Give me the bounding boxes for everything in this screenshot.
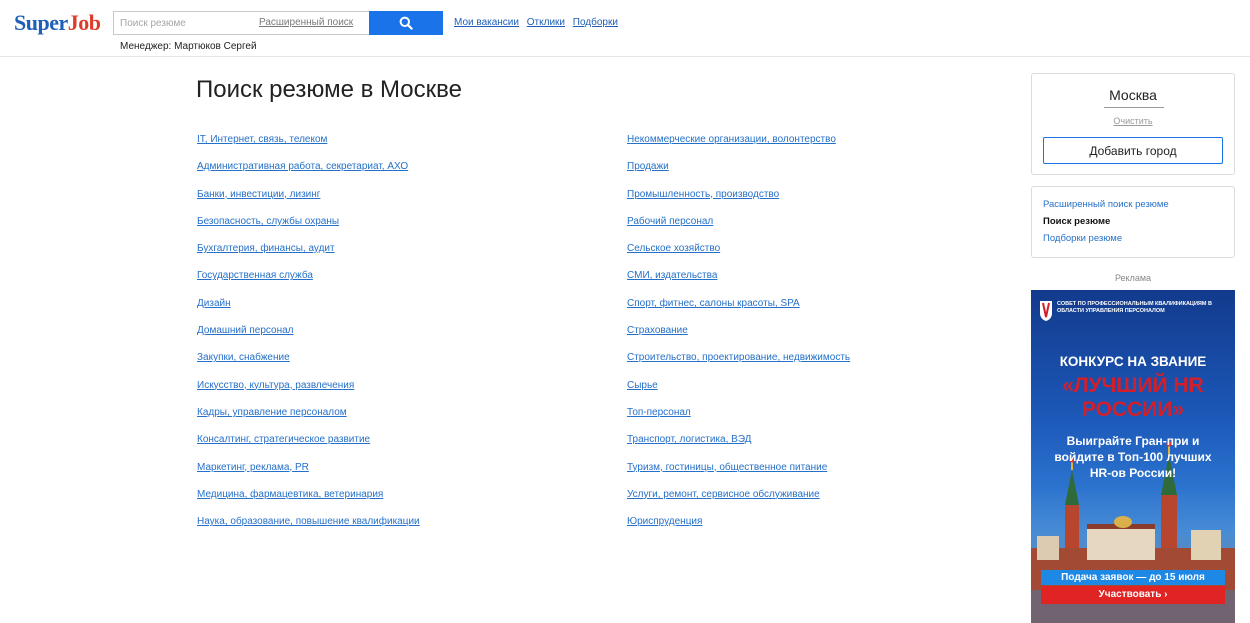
category-link[interactable]: Сельское хозяйство [627,243,720,254]
category-item: Туризм, гостиницы, общественное питание [627,462,850,489]
category-item: Услуги, ремонт, сервисное обслуживание [627,489,850,516]
category-link[interactable]: Домашний персонал [197,325,294,336]
category-link[interactable]: Сырье [627,380,658,391]
category-link[interactable]: Медицина, фармацевтика, ветеринария [197,489,383,500]
add-city-button[interactable]: Добавить город [1043,137,1223,164]
category-item: Государственная служба [197,270,420,297]
resume-collections-link[interactable]: Подборки резюме [1043,233,1122,244]
search-button[interactable] [369,11,443,35]
city-underline [1104,107,1164,108]
category-link[interactable]: Искусство, культура, развлечения [197,380,354,391]
category-link[interactable]: Продажи [627,161,669,172]
category-item: Рабочий персонал [627,216,850,243]
ad-label: Реклама [1114,273,1152,283]
resume-search-input[interactable] [114,12,266,34]
logo[interactable]: SuperJob [14,10,101,36]
category-link[interactable]: Строительство, проектирование, недвижимо… [627,352,850,363]
category-link[interactable]: Юриспруденция [627,516,702,527]
category-link[interactable]: Туризм, гостиницы, общественное питание [627,462,827,473]
clear-city-link[interactable]: Очистить [1032,116,1234,126]
current-resume-search: Поиск резюме [1043,216,1111,227]
category-link[interactable]: Закупки, снабжение [197,352,290,363]
category-link[interactable]: СМИ, издательства [627,270,717,281]
page-title: Поиск резюме в Москве [196,76,462,103]
category-link[interactable]: Некоммерческие организации, волонтерство [627,134,836,145]
manager-label: Менеджер: Мартюков Сергей [120,41,257,52]
resume-search-box: Расширенный поиск [113,11,369,35]
category-item: Банки, инвестиции, лизинг [197,189,420,216]
ad-headline-2: «ЛУЧШИЙ HR [1062,374,1204,397]
category-item: Спорт, фитнес, салоны красоты, SPA [627,298,850,325]
category-item: Наука, образование, повышение квалификац… [197,516,420,543]
ad-banner[interactable]: Совет по профессиональным квалификациям … [1031,290,1235,623]
nav-collections[interactable]: Подборки [573,17,618,28]
search-type-card: Расширенный поиск резюме Поиск резюме По… [1031,186,1235,258]
category-link[interactable]: Бухгалтерия, финансы, аудит [197,243,335,254]
selected-city: Москва [1109,87,1157,103]
category-link[interactable]: Услуги, ремонт, сервисное обслуживание [627,489,820,500]
category-item: Медицина, фармацевтика, ветеринария [197,489,420,516]
category-link[interactable]: Административная работа, секретариат, АХ… [197,161,408,172]
ad-headline-1: КОНКУРС НА ЗВАНИЕ [1059,354,1207,369]
shield-icon [1040,301,1052,321]
logo-text: Super [14,10,68,35]
nav-my-vacancies[interactable]: Мои вакансии [454,17,519,28]
category-list-left: IT, Интернет, связь, телеком Администрати… [197,134,420,543]
ad-headline-3: РОССИИ» [1081,398,1185,421]
category-item: Строительство, проектирование, недвижимо… [627,352,850,379]
category-link[interactable]: Наука, образование, повышение квалификац… [197,516,420,527]
ad-organization: Совет по профессиональным квалификациям … [1057,301,1212,314]
category-item: Домашний персонал [197,325,420,352]
category-item: Дизайн [197,298,420,325]
category-link[interactable]: Дизайн [197,298,231,309]
category-link[interactable]: Консалтинг, стратегическое развитие [197,434,370,445]
category-link[interactable]: Кадры, управление персоналом [197,407,347,418]
nav-responses[interactable]: Отклики [527,17,565,28]
advanced-resume-search-link[interactable]: Расширенный поиск резюме [1043,199,1169,210]
category-item: IT, Интернет, связь, телеком [197,134,420,161]
category-item: Закупки, снабжение [197,352,420,379]
category-item: Консалтинг, стратегическое развитие [197,434,420,461]
ad-participate-button[interactable]: Участвовать › [1041,586,1225,604]
category-item: Сырье [627,380,850,407]
category-link[interactable]: Топ-персонал [627,407,691,418]
category-item: Кадры, управление персоналом [197,407,420,434]
category-link[interactable]: Государственная служба [197,270,313,281]
category-item: Транспорт, логистика, ВЭД [627,434,850,461]
category-item: Административная работа, секретариат, АХ… [197,161,420,188]
category-item: Искусство, культура, развлечения [197,380,420,407]
category-link[interactable]: Банки, инвестиции, лизинг [197,189,320,200]
header: SuperJob Расширенный поиск Мои вакансии … [0,0,1250,57]
advanced-search-link[interactable]: Расширенный поиск [259,17,353,28]
category-item: Юриспруденция [627,516,850,543]
search-icon [399,16,413,30]
category-link[interactable]: Страхование [627,325,688,336]
category-link[interactable]: Безопасность, службы охраны [197,216,339,227]
city-filter-card: Москва Очистить Добавить город [1031,73,1235,175]
category-item: Некоммерческие организации, волонтерство [627,134,850,161]
category-item: Страхование [627,325,850,352]
category-link[interactable]: Промышленность, производство [627,189,779,200]
category-link[interactable]: IT, Интернет, связь, телеком [197,134,327,145]
ad-body-text: Выиграйте Гран-при и войдите в Топ-100 л… [1054,434,1212,480]
category-item: Продажи [627,161,850,188]
category-link[interactable]: Рабочий персонал [627,216,713,227]
category-item: Бухгалтерия, финансы, аудит [197,243,420,270]
category-item: Безопасность, службы охраны [197,216,420,243]
category-item: Промышленность, производство [627,189,850,216]
category-item: Маркетинг, реклама, PR [197,462,420,489]
category-item: СМИ, издательства [627,270,850,297]
ad-deadline: Подача заявок — до 15 июля [1041,570,1225,585]
logo-accent-text: Job [67,10,101,35]
top-nav: Мои вакансии Отклики Подборки [454,17,623,28]
category-list-right: Некоммерческие организации, волонтерство… [627,134,850,543]
category-link[interactable]: Транспорт, логистика, ВЭД [627,434,751,445]
category-link[interactable]: Маркетинг, реклама, PR [197,462,309,473]
category-item: Сельское хозяйство [627,243,850,270]
category-item: Топ-персонал [627,407,850,434]
category-link[interactable]: Спорт, фитнес, салоны красоты, SPA [627,298,800,309]
